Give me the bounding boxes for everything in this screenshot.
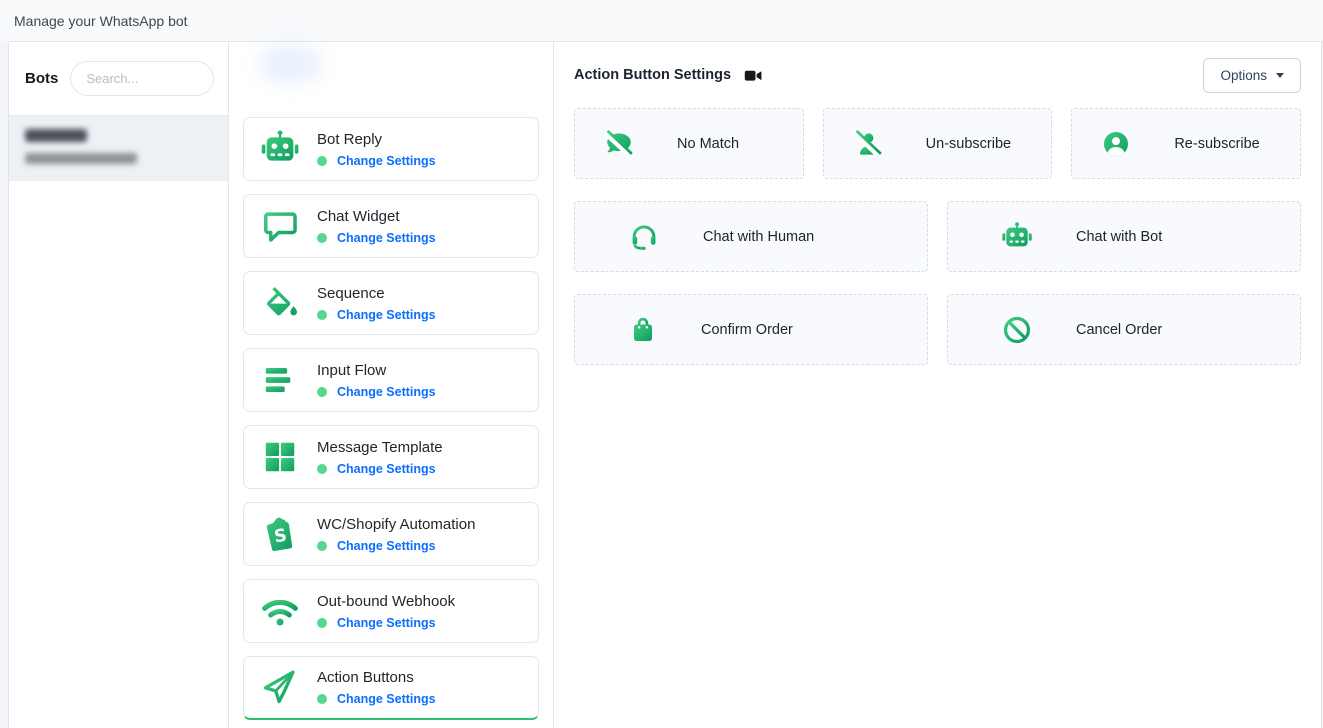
settings-menu-column: Bot Reply Change Settings Chat Widget Ch…	[229, 42, 554, 728]
action-button-label: Un-subscribe	[926, 136, 1011, 152]
panel-title: Action Button Settings	[574, 67, 731, 83]
status-dot	[317, 387, 327, 397]
bars-icon	[259, 359, 301, 401]
settings-card-title: Out-bound Webhook	[317, 593, 455, 610]
video-camera-icon[interactable]	[744, 67, 763, 84]
action-button-chat-with-human[interactable]: Chat with Human	[574, 201, 928, 272]
action-buttons-row-2: Chat with Human Chat with Bot	[574, 201, 1301, 272]
settings-card-sequence[interactable]: Sequence Change Settings	[243, 271, 539, 335]
action-button-confirm-order[interactable]: Confirm Order	[574, 294, 928, 365]
grid-icon	[259, 436, 301, 478]
settings-card-title: Chat Widget	[317, 208, 436, 225]
action-button-cancel-order[interactable]: Cancel Order	[947, 294, 1301, 365]
settings-card-title: WC/Shopify Automation	[317, 516, 475, 533]
main-panel: Bots Bot Reply Change Settings	[8, 41, 1322, 728]
status-dot	[317, 541, 327, 551]
action-button-chat-with-bot[interactable]: Chat with Bot	[947, 201, 1301, 272]
robot-icon	[1001, 221, 1033, 253]
bot-name-redacted	[25, 129, 87, 142]
settings-card-title: Message Template	[317, 439, 443, 456]
ban-icon	[1001, 314, 1033, 346]
chevron-down-icon	[1276, 73, 1284, 78]
action-buttons-row-1: No Match Un-subscribe Re-subscribe	[574, 108, 1301, 179]
action-button-label: Confirm Order	[701, 322, 793, 338]
status-dot	[317, 464, 327, 474]
shopping-bag-icon	[628, 315, 658, 345]
bot-phone-redacted	[25, 153, 137, 164]
action-button-unsubscribe[interactable]: Un-subscribe	[823, 108, 1053, 179]
wifi-icon	[259, 590, 301, 632]
settings-card-title: Bot Reply	[317, 131, 436, 148]
change-settings-link[interactable]: Change Settings	[337, 308, 436, 322]
chat-bubble-icon	[259, 205, 301, 247]
change-settings-link[interactable]: Change Settings	[337, 385, 436, 399]
settings-card-message-template[interactable]: Message Template Change Settings	[243, 425, 539, 489]
bot-list	[9, 115, 228, 181]
blurred-badge	[257, 44, 323, 84]
panel-header: Action Button Settings Options	[574, 55, 1301, 95]
change-settings-link[interactable]: Change Settings	[337, 231, 436, 245]
sidebar-header: Bots	[9, 42, 228, 115]
change-settings-link[interactable]: Change Settings	[337, 462, 436, 476]
headset-icon	[628, 221, 660, 253]
settings-card-title: Sequence	[317, 285, 436, 302]
page-title: Manage your WhatsApp bot	[14, 13, 188, 29]
settings-card-action-buttons[interactable]: Action Buttons Change Settings	[243, 656, 539, 720]
paper-plane-icon	[259, 667, 301, 709]
action-button-settings-panel: Action Button Settings Options No Match	[554, 42, 1321, 728]
change-settings-link[interactable]: Change Settings	[337, 154, 436, 168]
status-dot	[317, 233, 327, 243]
settings-card-input-flow[interactable]: Input Flow Change Settings	[243, 348, 539, 412]
change-settings-link[interactable]: Change Settings	[337, 692, 436, 706]
settings-card-bot-reply[interactable]: Bot Reply Change Settings	[243, 117, 539, 181]
action-button-label: Cancel Order	[1076, 322, 1162, 338]
action-buttons-row-3: Confirm Order Cancel Order	[574, 294, 1301, 365]
settings-card-outbound-webhook[interactable]: Out-bound Webhook Change Settings	[243, 579, 539, 643]
topbar: Manage your WhatsApp bot	[0, 0, 1323, 41]
settings-card-title: Action Buttons	[317, 669, 436, 686]
change-settings-link[interactable]: Change Settings	[337, 616, 436, 630]
action-button-label: Chat with Human	[703, 229, 814, 245]
robot-icon	[259, 128, 301, 170]
comment-slash-icon	[604, 129, 634, 159]
settings-card-shopify-automation[interactable]: S WC/Shopify Automation Change Settings	[243, 502, 539, 566]
bot-list-item-selected[interactable]	[9, 116, 228, 181]
status-dot	[317, 694, 327, 704]
bots-title: Bots	[25, 70, 58, 87]
search-input[interactable]	[70, 61, 214, 96]
change-settings-link[interactable]: Change Settings	[337, 539, 436, 553]
action-button-label: Chat with Bot	[1076, 229, 1162, 245]
action-button-resubscribe[interactable]: Re-subscribe	[1071, 108, 1301, 179]
options-button[interactable]: Options	[1203, 58, 1301, 93]
settings-card-title: Input Flow	[317, 362, 436, 379]
status-dot	[317, 310, 327, 320]
action-button-label: No Match	[677, 136, 739, 152]
shopify-icon: S	[259, 513, 301, 555]
user-slash-icon	[853, 129, 883, 159]
status-dot	[317, 156, 327, 166]
fill-drip-icon	[259, 282, 301, 324]
status-dot	[317, 618, 327, 628]
user-circle-icon	[1101, 129, 1131, 159]
options-button-label: Options	[1220, 68, 1267, 83]
settings-card-chat-widget[interactable]: Chat Widget Change Settings	[243, 194, 539, 258]
action-button-no-match[interactable]: No Match	[574, 108, 804, 179]
bots-sidebar: Bots	[9, 42, 229, 728]
action-button-label: Re-subscribe	[1174, 136, 1259, 152]
